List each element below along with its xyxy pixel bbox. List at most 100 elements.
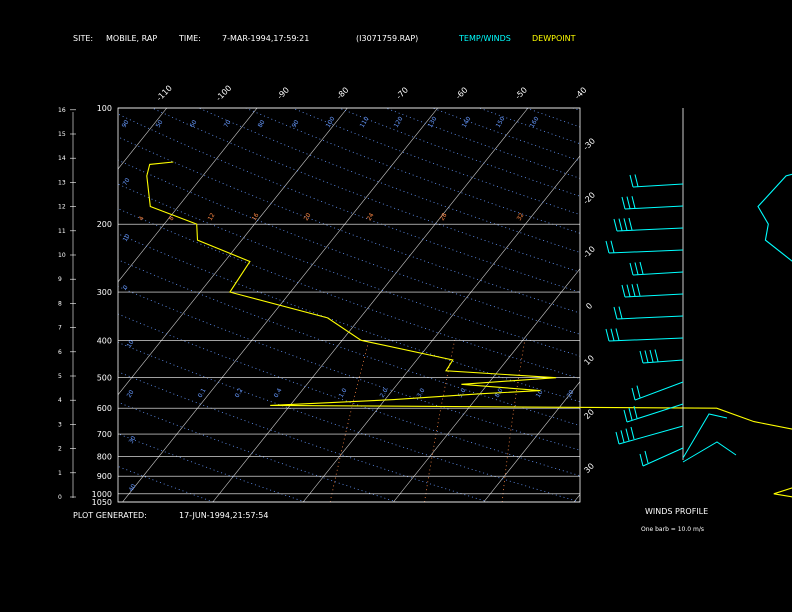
isotherm-line: [393, 268, 580, 502]
mixing-ratio-label: 2.0: [379, 387, 390, 399]
dry-adiabat-line: [245, 108, 580, 234]
wind-barb-flag: [654, 349, 659, 362]
mixing-ratio-line: [329, 340, 370, 502]
pressure-tick-label: 700: [97, 430, 112, 439]
right-temp-tick-label: 0: [584, 301, 594, 311]
height-tick-label: 14: [58, 155, 66, 162]
height-tick-label: 12: [58, 204, 66, 211]
mixing-ratio-label: 5.0: [457, 387, 468, 399]
top-temp-tick-label: -70: [394, 85, 410, 101]
height-tick-label: 6: [58, 349, 62, 356]
dry-adiabat-line: [666, 108, 792, 502]
isotherm-line: [118, 108, 168, 170]
top-temp-tick-label: -90: [275, 85, 291, 101]
wind-barb-shaft: [616, 315, 684, 320]
height-tick-label: 13: [58, 179, 66, 186]
theta-label: 10: [122, 233, 132, 243]
theta-label: 90: [291, 119, 301, 129]
mixing-ratio-label: 12: [207, 212, 217, 222]
tick-labels: 012345678910111213141516 1002003004005006…: [58, 84, 597, 507]
wind-barb-flag: [636, 283, 641, 296]
height-tick-label: 10: [58, 252, 66, 259]
height-tick-label: 9: [58, 276, 62, 283]
mixing-ratio-line: [501, 340, 526, 502]
dry-adiabat-line: [118, 183, 580, 357]
height-tick-label: 11: [58, 228, 66, 235]
dry-adiabat-line: [151, 108, 580, 273]
mixing-ratio-label: 32: [516, 212, 526, 222]
wind-barb-shaft: [608, 337, 684, 342]
height-tick-label: 16: [58, 107, 66, 114]
wind-barb-flag: [618, 218, 623, 231]
mixing-ratio-label: 24: [366, 212, 376, 222]
mixing-ratio-label: 20: [566, 389, 576, 399]
pressure-tick-label: 300: [97, 288, 112, 297]
wind-barb-flag: [621, 196, 626, 210]
height-tick-label: 0: [58, 494, 62, 501]
height-tick-label: 2: [58, 446, 62, 453]
pressure-tick-label: 800: [97, 452, 112, 461]
wind-barb-flag: [626, 196, 631, 209]
wind-barb-flag: [605, 328, 610, 342]
wind-barb-flag: [631, 387, 636, 401]
mixing-ratio-label: 0.4: [273, 387, 284, 399]
height-tick-label: 3: [58, 421, 62, 428]
dry-adiabat-line: [432, 108, 580, 162]
top-temp-tick-label: -60: [454, 85, 470, 101]
wind-barb-shaft: [642, 447, 684, 467]
wind-barb-flag: [644, 350, 649, 363]
wind-barb-flag: [610, 328, 615, 341]
skew-t-chart: SITE: MOBILE, RAP TIME: 7-MAR-1994,17:59…: [0, 0, 792, 612]
theta-label: 70: [122, 177, 132, 187]
theta-label: 150: [495, 115, 507, 129]
height-tick-label: 7: [58, 325, 62, 332]
top-temp-tick-label: -80: [335, 85, 351, 101]
wind-barb-shaft: [634, 381, 684, 401]
dry-adiabat-line: [292, 108, 580, 216]
mixing-ratio-label: 0.2: [234, 387, 245, 399]
wind-barb-shaft: [682, 413, 728, 459]
pressure-tick-label: 200: [97, 220, 112, 229]
wind-barb-flag: [636, 385, 641, 398]
dry-adiabat-line: [118, 286, 580, 451]
top-temp-tick-label: -100: [214, 84, 233, 103]
wind-barb-shaft: [624, 293, 684, 298]
right-temp-tick-label: -10: [581, 244, 597, 260]
plot-frame: [117, 107, 581, 503]
top-temp-tick-label: -50: [513, 85, 529, 101]
legend-temp: TEMP/WINDS: [458, 34, 511, 43]
dry-adiabat-line: [118, 113, 580, 293]
wind-barb-flag: [630, 426, 635, 440]
wind-barb-flag: [639, 453, 644, 467]
mixing-ratio-label: 20: [303, 212, 313, 222]
theta-label: 100: [325, 115, 337, 129]
plot-generated-label: PLOT GENERATED:: [73, 511, 147, 520]
mixing-ratio-line: [767, 340, 773, 502]
wind-barb-flag: [618, 306, 623, 319]
right-temp-tick-label: 10: [582, 353, 596, 367]
theta-label: 130: [427, 115, 439, 129]
isotherm-line: [118, 108, 348, 396]
dry-adiabat-line: [118, 208, 580, 380]
theta-label: 80: [257, 119, 267, 129]
plot-area: [118, 108, 792, 502]
height-tick-label: 5: [58, 373, 62, 380]
wind-barb-flag: [649, 349, 654, 363]
dry-adiabat-line: [118, 433, 306, 502]
theta-label: 110: [359, 115, 371, 129]
pressure-tick-label: 600: [97, 404, 112, 413]
wind-barb-flag: [629, 262, 634, 276]
wind-barb-flag: [644, 450, 649, 464]
file-id: (I3071759.RAP): [356, 34, 418, 43]
time-label: TIME:: [178, 34, 201, 43]
wind-barb-flag: [639, 350, 644, 364]
wind-barb-flag: [626, 284, 631, 297]
wind-barb-flag: [623, 218, 628, 231]
pressure-tick-label: 900: [97, 472, 112, 481]
height-tick-label: 4: [58, 397, 62, 404]
wind-barb-flag: [634, 174, 639, 187]
isotherm-line: [755, 108, 792, 502]
right-temp-tick-label: 20: [582, 407, 596, 421]
top-temp-tick-label: -40: [573, 85, 589, 101]
height-tick-label: 15: [58, 131, 66, 138]
